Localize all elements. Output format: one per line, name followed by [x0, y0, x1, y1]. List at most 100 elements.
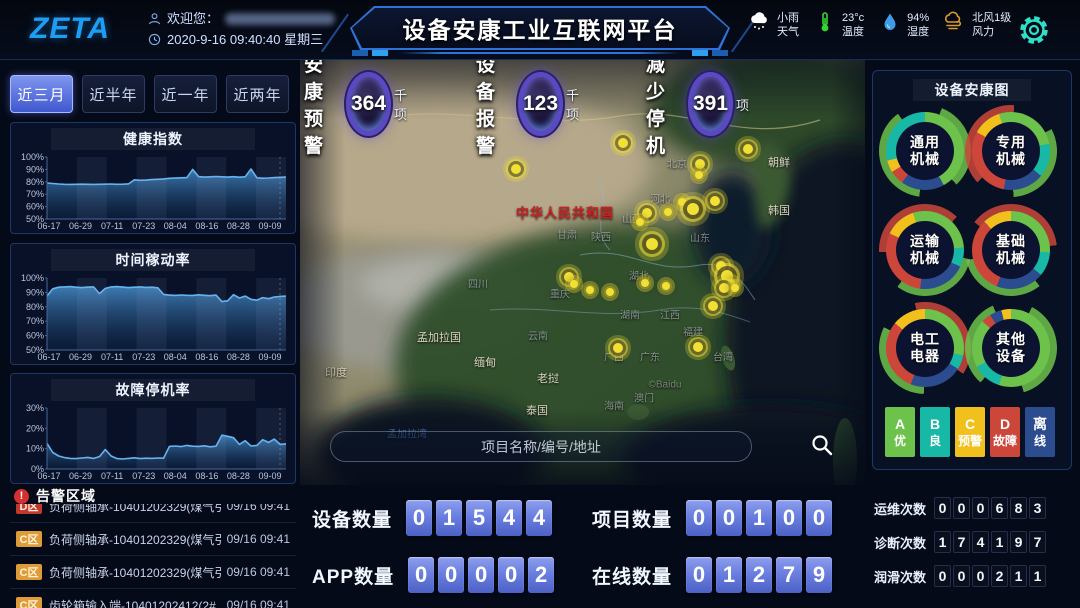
humidity-drop-icon: [878, 10, 902, 39]
svg-text:08-04: 08-04: [164, 221, 187, 231]
alert-row[interactable]: D区负荷侧轴承-10401202329(煤气引风机电...09/16 09:41: [10, 504, 296, 523]
time-filter-近三月[interactable]: 近三月: [10, 75, 73, 113]
counter-label: 诊断次数: [874, 533, 926, 552]
dashboard: 中华人民共和国朝鲜韩国印度孟加拉国缅甸老挝泰国孟加拉湾北京河北山西山东陕西甘肃四…: [0, 0, 1080, 608]
legend-label: 良: [929, 433, 941, 449]
digit-tile: 1: [436, 500, 462, 536]
time-rate-chart: 100%90%80%70%60%50%06-1706-2907-1107-230…: [15, 273, 291, 363]
project-marker[interactable]: [636, 218, 644, 226]
digit-tile: 1: [991, 531, 1008, 553]
alert-row[interactable]: C区负荷侧轴承-10401202329(煤气引风机电...09/16 09:41: [10, 523, 296, 556]
svg-text:08-04: 08-04: [164, 471, 187, 481]
svg-text:06-29: 06-29: [69, 471, 92, 481]
alert-row[interactable]: C区齿轮箱输入端-10401202412(2#（2V）...09/16 09:4…: [10, 589, 296, 608]
project-marker[interactable]: [662, 282, 670, 290]
counter-诊断次数: 诊断次数 174197: [874, 531, 1046, 553]
kpi-unit: 项: [736, 95, 749, 114]
counter-label: 润滑次数: [874, 567, 926, 586]
svg-text:08-28: 08-28: [227, 352, 250, 362]
svg-text:07-23: 07-23: [132, 352, 155, 362]
project-marker[interactable]: [695, 159, 705, 169]
search-icon[interactable]: [810, 433, 834, 457]
zeta-logo: ZETA: [30, 12, 110, 46]
counter-label: 项目数量: [592, 505, 672, 532]
gauge-label: 通用机械: [896, 122, 954, 180]
kpi-value: 364: [351, 92, 386, 116]
project-marker[interactable]: [708, 301, 718, 311]
chart-title: 健康指数: [51, 128, 255, 150]
thermometer-icon: [813, 10, 837, 39]
header: ZETA 欢迎您： 2020-9-16 09:40:40 星期三 设备安: [0, 0, 1080, 60]
project-marker[interactable]: [641, 279, 649, 287]
gauge-其他设备: 其他设备: [972, 309, 1050, 387]
svg-text:90%: 90%: [26, 164, 44, 174]
alert-text: 负荷侧轴承-10401202329(煤气引风机电...: [49, 564, 221, 581]
svg-text:08-04: 08-04: [164, 352, 187, 362]
weather-text: 23°c温度: [842, 11, 864, 39]
downtime-rate-chart: 30%20%10%0%06-1706-2907-1107-2308-0408-1…: [15, 403, 291, 482]
time-filter-group: 近三月近半年近一年近两年: [10, 75, 289, 113]
project-marker[interactable]: [693, 342, 703, 352]
legend-label: 故障: [993, 433, 1017, 449]
svg-text:70%: 70%: [26, 316, 44, 326]
digit-tile: 0: [438, 557, 464, 593]
digit-tile: 0: [934, 497, 951, 519]
gauge-运输机械: 运输机械: [886, 211, 964, 289]
legend-label: 优: [894, 433, 906, 449]
time-filter-近两年[interactable]: 近两年: [226, 75, 289, 113]
health-index-chart: 100%90%80%70%60%50%06-1706-2907-1107-230…: [15, 152, 291, 232]
project-marker[interactable]: [642, 208, 652, 218]
counter-digits: 000211: [934, 565, 1046, 587]
counter-润滑次数: 润滑次数 000211: [874, 565, 1046, 587]
digit-tile: 3: [1029, 497, 1046, 519]
title-underline: [400, 52, 680, 54]
digit-tile: 7: [776, 557, 802, 593]
digit-tile: 0: [468, 557, 494, 593]
counter-label: 运维次数: [874, 499, 926, 518]
weather-item: 小雨天气: [748, 10, 799, 39]
svg-text:08-16: 08-16: [195, 471, 218, 481]
weather-item: 北风1级风力: [943, 10, 1011, 39]
svg-text:60%: 60%: [26, 331, 44, 341]
legend-letter: B: [930, 415, 940, 433]
settings-gear-icon[interactable]: [1016, 12, 1052, 48]
svg-text:07-23: 07-23: [132, 221, 155, 231]
alert-row[interactable]: C区负荷侧轴承-10401202329(煤气引风机电...09/16 09:41: [10, 556, 296, 589]
project-marker[interactable]: [646, 238, 658, 250]
alert-section-title: 告警区域: [36, 486, 96, 506]
svg-text:60%: 60%: [26, 202, 44, 212]
kpi-circle: 391: [693, 77, 728, 131]
search-input[interactable]: [330, 431, 752, 462]
digit-tile: 0: [686, 557, 712, 593]
svg-text:08-28: 08-28: [227, 221, 250, 231]
project-marker[interactable]: [743, 144, 753, 154]
svg-text:07-23: 07-23: [132, 471, 155, 481]
project-marker[interactable]: [606, 288, 614, 296]
project-marker[interactable]: [719, 283, 729, 293]
kpi-value: 391: [693, 92, 728, 116]
counter-digits: 174197: [934, 531, 1046, 553]
project-marker[interactable]: [586, 286, 594, 294]
alert-text: 负荷侧轴承-10401202329(煤气引风机电...: [49, 531, 221, 548]
counter-digits: 00100: [686, 500, 832, 536]
digit-tile: 1: [716, 557, 742, 593]
username-redacted: [225, 13, 335, 25]
project-marker[interactable]: [710, 196, 720, 206]
project-marker[interactable]: [731, 284, 739, 292]
digit-tile: 7: [1029, 531, 1046, 553]
time-filter-近半年[interactable]: 近半年: [82, 75, 145, 113]
project-marker[interactable]: [678, 198, 686, 206]
gauge-专用机械: 专用机械: [972, 112, 1050, 190]
panel-title: 设备安康图: [913, 79, 1031, 101]
time-filter-近一年[interactable]: 近一年: [154, 75, 217, 113]
svg-text:100%: 100%: [21, 152, 44, 162]
project-marker[interactable]: [511, 164, 521, 174]
project-marker[interactable]: [695, 171, 703, 179]
project-marker[interactable]: [570, 280, 578, 288]
project-marker[interactable]: [664, 208, 672, 216]
svg-text:07-11: 07-11: [101, 352, 123, 362]
page-title: 设备安康工业互联网平台: [403, 11, 678, 45]
project-marker[interactable]: [613, 343, 623, 353]
project-marker[interactable]: [618, 138, 628, 148]
project-marker[interactable]: [687, 203, 699, 215]
